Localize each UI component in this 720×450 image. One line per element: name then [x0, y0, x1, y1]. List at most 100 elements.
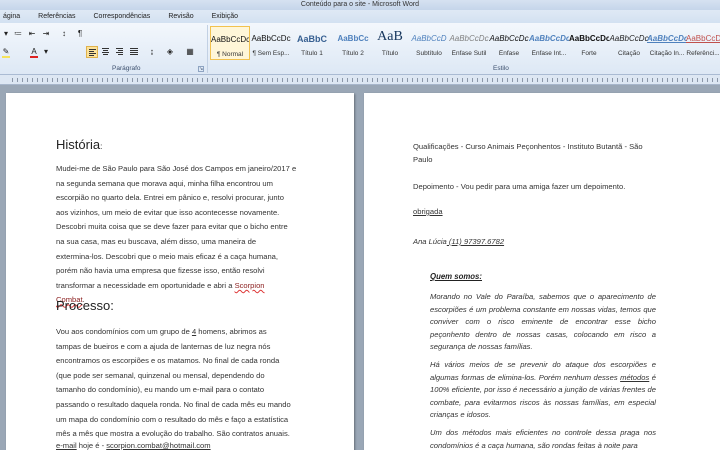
text-line: porém não havia uma empresa que fizesse …	[56, 266, 265, 276]
obrigada-line: obrigada	[413, 205, 673, 218]
style-reference[interactable]: AaBbCcDc Referênci...	[686, 26, 720, 60]
style-name: Forte	[581, 50, 597, 57]
window-title: Conteúdo para o site - Microsoft Word	[300, 1, 420, 8]
style-name: Citação In...	[649, 50, 685, 57]
brand-word-scorpion: Scorpion	[234, 280, 265, 290]
quem-somos-paragraph-2: Há vários meios de se prevenir do ataque…	[430, 359, 656, 422]
borders-icon[interactable]: ▦	[184, 46, 196, 58]
word-metodos: métodos	[620, 372, 650, 382]
qualifications-line-1: Qualificações - Curso Animais Peçonhento…	[413, 142, 643, 151]
style-heading-2[interactable]: AaBbCc Título 2	[333, 26, 373, 60]
email-line: e-mail hoje é - scorpion.combat@hotmail.…	[56, 441, 211, 450]
style-preview: AaB	[377, 29, 403, 43]
font-color-dropdown-icon[interactable]: ▾	[40, 46, 52, 58]
text-line: na sua casa, mas eu buscava, além disso,…	[56, 236, 257, 246]
horizontal-ruler[interactable]	[0, 75, 720, 85]
email-value: scorpion.combat@hotmail.com	[106, 441, 211, 450]
group-separator	[207, 25, 208, 73]
style-subtitle[interactable]: AaBbCcD Subtítulo	[409, 26, 449, 60]
style-preview: AaBbCcDc	[647, 34, 687, 43]
contact-phone: (11) 97397.6782	[446, 237, 505, 246]
style-title[interactable]: AaB Título	[370, 26, 410, 60]
styles-group-label: Estilo	[493, 65, 509, 72]
tab-layout[interactable]: ágina	[3, 10, 20, 23]
style-preview: AaBbCcDc	[569, 34, 609, 43]
style-preview: AaBbC	[296, 34, 327, 44]
depoimento-line: Depoimento - Vou pedir para uma amiga fa…	[413, 182, 626, 191]
justify-icon[interactable]	[128, 46, 140, 58]
tab-view[interactable]: Exibição	[212, 10, 238, 23]
text-line: (que pode ser semanal, quinzenal ou mens…	[56, 370, 265, 380]
paragraph-dialog-launcher-icon[interactable]: ↘	[198, 66, 204, 72]
heading-quem-somos: Quem somos:	[430, 272, 482, 281]
shading-icon[interactable]: ◈	[164, 46, 176, 58]
document-page-right[interactable]: Qualificações - Curso Animais Peçonhento…	[364, 93, 720, 450]
style-name: Título 1	[301, 50, 323, 57]
text-line: um mapa do condomínio com o resultado do…	[56, 414, 289, 424]
align-right-icon[interactable]	[114, 46, 126, 58]
processo-paragraph: Vou aos condomínios com um grupo de 4 ho…	[56, 325, 308, 442]
style-preview: AaBbCcDc	[529, 34, 569, 43]
style-quote[interactable]: AaBbCcDc Citação	[609, 26, 649, 60]
style-name: Título 2	[342, 50, 364, 57]
heading-historia-colon: :	[100, 142, 103, 151]
text-line: mês a mês que mostra a evolução do traba…	[56, 429, 290, 439]
style-emphasis[interactable]: AaBbCcDc Ênfase	[489, 26, 529, 60]
heading-historia-text: História	[56, 137, 101, 152]
contact-name: Ana Lúcia	[413, 237, 447, 246]
style-subtle-emphasis[interactable]: AaBbCcDc Ênfase Sutil	[449, 26, 489, 60]
style-intense-quote[interactable]: AaBbCcDc Citação In...	[647, 26, 687, 60]
style-name: Subtítulo	[416, 50, 442, 57]
tab-references[interactable]: Referências	[38, 10, 75, 23]
text-line: na segunda semana que morava aqui, minha…	[56, 178, 273, 188]
window-title-bar: Conteúdo para o site - Microsoft Word	[0, 0, 720, 10]
style-preview: AaBbCcD	[411, 34, 447, 43]
text-line: Descobri muita coisa que se deve fazer p…	[56, 222, 288, 232]
ribbon-tab-bar: ágina Referências Correspondências Revis…	[0, 10, 720, 23]
style-name: Referênci...	[686, 50, 720, 57]
email-mid: hoje é -	[76, 441, 107, 450]
style-preview: AaBbCcDc	[489, 34, 529, 43]
style-strong[interactable]: AaBbCcDc Forte	[569, 26, 609, 60]
style-normal[interactable]: AaBbCcDc ¶ Normal	[210, 26, 250, 60]
decrease-indent-icon[interactable]: ⇤	[26, 28, 38, 40]
highlight-color-icon[interactable]: ✎	[0, 46, 12, 58]
tab-mailings[interactable]: Correspondências	[94, 10, 151, 23]
text-line: transformar a necessidade em oportunidad…	[56, 279, 308, 294]
sort-icon[interactable]: ↕	[58, 28, 70, 40]
contact-line: Ana Lúcia (11) 97397.6782	[413, 235, 673, 248]
style-heading-1[interactable]: AaBbC Título 1	[292, 26, 332, 60]
style-name: Citação	[617, 50, 641, 57]
text-line: Mudei-me de São Paulo para São José dos …	[56, 164, 297, 173]
increase-indent-icon[interactable]: ⇥	[40, 28, 52, 40]
text-line: Vou aos condomínios com um grupo de 4 ho…	[56, 325, 308, 340]
heading-processo: Processo:	[56, 298, 114, 313]
multilevel-list-icon[interactable]: ≔	[12, 28, 24, 40]
font-color-icon[interactable]: A	[28, 46, 40, 58]
align-left-icon[interactable]	[86, 46, 98, 58]
text-line: tamanho do condomínio), eu mando um e-ma…	[56, 385, 265, 395]
style-preview: AaBbCc	[337, 34, 369, 43]
style-preview: AaBbCcDc	[449, 34, 489, 43]
text-line: passando o resultado daquela ronda. No f…	[56, 399, 291, 409]
text-segment: transformar a necessidade em oportunidad…	[56, 280, 235, 290]
document-page-left[interactable]: História: Mudei-me de São Paulo para São…	[6, 93, 354, 450]
show-formatting-icon[interactable]: ¶	[74, 28, 86, 40]
historia-paragraph: Mudei-me de São Paulo para São José dos …	[56, 162, 308, 308]
bullets-dropdown-icon[interactable]: ▾	[0, 28, 12, 40]
style-name: ¶ Normal	[216, 51, 244, 58]
style-preview: AaBbCcDc	[211, 35, 249, 44]
document-area[interactable]: História: Mudei-me de São Paulo para São…	[0, 85, 720, 450]
line-spacing-icon[interactable]: ↨	[146, 46, 158, 58]
tab-review[interactable]: Revisão	[168, 10, 193, 23]
text-segment: homens, abrimos as	[196, 327, 267, 336]
style-name: Ênfase	[498, 50, 520, 57]
style-preview: AaBbCcDc	[609, 34, 649, 43]
style-intense-emphasis[interactable]: AaBbCcDc Ênfase Int...	[529, 26, 569, 60]
quem-somos-paragraph-3: Um dos métodos mais eficientes no contro…	[430, 428, 656, 450]
style-name: Título	[381, 50, 399, 57]
style-no-spacing[interactable]: AaBbCcDc ¶ Sem Esp...	[251, 26, 291, 60]
email-label: e-mail	[56, 441, 77, 450]
align-center-icon[interactable]	[100, 46, 112, 58]
text-line: tampas de bueiros e com a ajuda de lante…	[56, 341, 271, 351]
